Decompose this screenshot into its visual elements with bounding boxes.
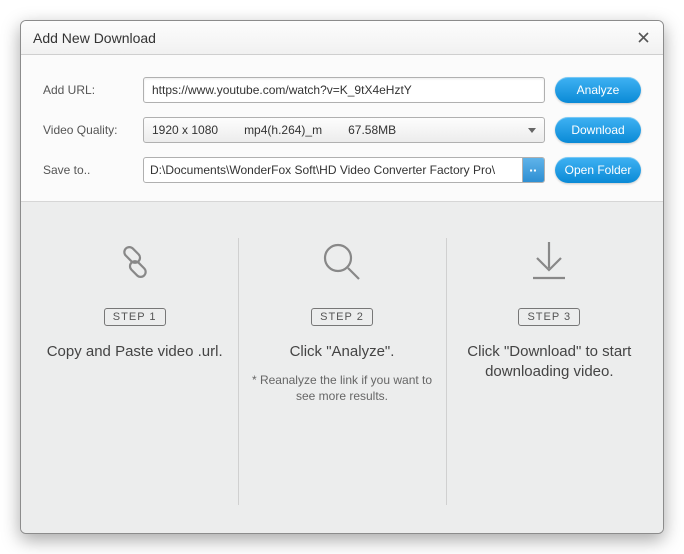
url-input[interactable]	[143, 77, 545, 103]
quality-codec: mp4(h.264)_m	[244, 123, 322, 137]
quality-label: Video Quality:	[43, 123, 133, 137]
titlebar: Add New Download	[21, 21, 663, 55]
url-label: Add URL:	[43, 83, 133, 97]
step-3: STEP 3 Click "Download" to start downloa…	[446, 230, 653, 513]
link-icon	[103, 230, 167, 294]
url-field-wrap	[143, 77, 545, 103]
open-folder-button[interactable]: Open Folder	[555, 157, 641, 183]
close-button[interactable]	[635, 30, 651, 46]
row-save: Save to.. D:\Documents\WonderFox Soft\HD…	[43, 157, 641, 183]
step-2-badge: STEP 2	[311, 308, 373, 326]
steps-area: STEP 1 Copy and Paste video .url. STEP 2…	[21, 202, 663, 533]
step-3-badge: STEP 3	[518, 308, 580, 326]
form-area: Add URL: Analyze Video Quality: 1920 x 1…	[21, 55, 663, 202]
search-icon	[310, 230, 374, 294]
quality-dropdown[interactable]: 1920 x 1080 mp4(h.264)_m 67.58MB	[143, 117, 545, 143]
step-2-text: Click "Analyze".	[290, 342, 395, 362]
quality-resolution: 1920 x 1080	[152, 123, 218, 137]
save-label: Save to..	[43, 163, 133, 177]
step-2-note: * Reanalyze the link if you want to see …	[246, 372, 437, 404]
save-path-text: D:\Documents\WonderFox Soft\HD Video Con…	[144, 163, 522, 177]
window-title: Add New Download	[33, 30, 635, 46]
browse-button[interactable]: ▪▪	[522, 158, 544, 182]
step-1: STEP 1 Copy and Paste video .url.	[31, 230, 238, 513]
chevron-down-icon	[528, 128, 536, 133]
save-path-field: D:\Documents\WonderFox Soft\HD Video Con…	[143, 157, 545, 183]
quality-size: 67.58MB	[348, 123, 396, 137]
step-1-text: Copy and Paste video .url.	[47, 342, 223, 362]
step-3-text: Click "Download" to start downloading vi…	[454, 342, 645, 383]
save-field-wrap: D:\Documents\WonderFox Soft\HD Video Con…	[143, 157, 545, 183]
quality-field-wrap: 1920 x 1080 mp4(h.264)_m 67.58MB	[143, 117, 545, 143]
step-1-badge: STEP 1	[104, 308, 166, 326]
analyze-button[interactable]: Analyze	[555, 77, 641, 103]
download-icon	[517, 230, 581, 294]
dialog-window: Add New Download Add URL: Analyze Video …	[20, 20, 664, 534]
download-button[interactable]: Download	[555, 117, 641, 143]
row-url: Add URL: Analyze	[43, 77, 641, 103]
step-2: STEP 2 Click "Analyze". * Reanalyze the …	[238, 230, 445, 513]
close-icon	[638, 32, 649, 43]
row-quality: Video Quality: 1920 x 1080 mp4(h.264)_m …	[43, 117, 641, 143]
